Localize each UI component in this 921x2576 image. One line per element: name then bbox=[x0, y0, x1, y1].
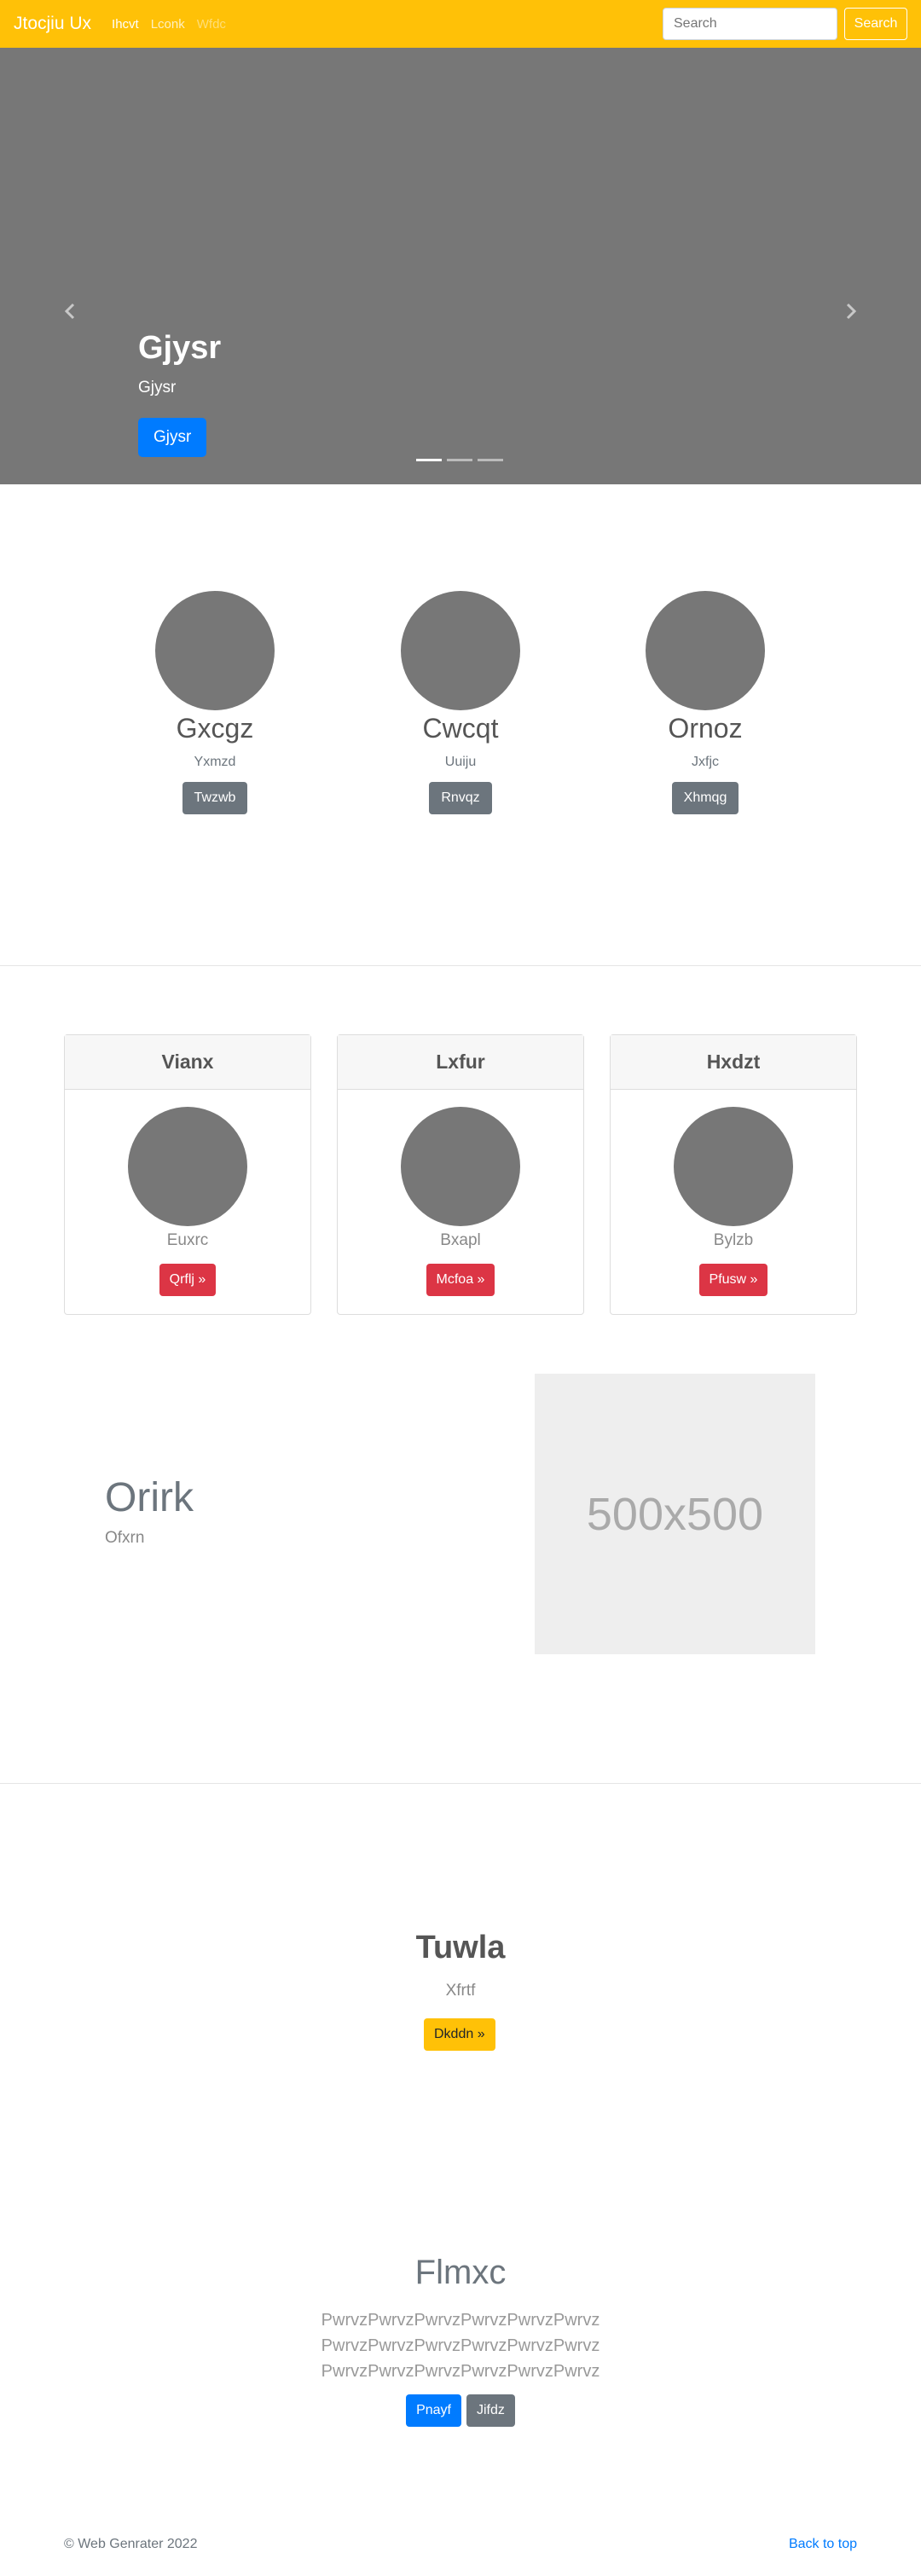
nav-link-ihcvt[interactable]: Ihcvt bbox=[112, 17, 139, 32]
secondary-button[interactable]: Jifdz bbox=[466, 2394, 515, 2427]
placeholder-image bbox=[674, 1107, 793, 1226]
marketing-title: Cwcqt bbox=[422, 713, 499, 744]
carousel-subtitle: Gjysr bbox=[138, 378, 177, 397]
carousel-indicator-1[interactable] bbox=[416, 459, 442, 461]
marketing-button[interactable]: Rnvqz bbox=[429, 782, 492, 815]
center-button[interactable]: Dkddn » bbox=[424, 2018, 495, 2051]
primary-button[interactable]: Pnayf bbox=[406, 2394, 461, 2427]
card-deck: Vianx Euxrc Qrflj » Lxfur Bxapl Mcfoa » … bbox=[0, 966, 921, 1374]
placeholder-image bbox=[128, 1107, 247, 1226]
hero-carousel: Gjysr Gjysr Gjysr bbox=[0, 48, 921, 484]
marketing-column: Ornoz Jxfjc Xhmqg bbox=[620, 591, 791, 815]
carousel-caption: Gjysr Gjysr Gjysr bbox=[138, 329, 221, 457]
marketing-button[interactable]: Xhmqg bbox=[671, 782, 739, 815]
back-to-top-link[interactable]: Back to top bbox=[789, 2537, 857, 2552]
navbar-brand[interactable]: Jtocjiu Ux bbox=[14, 14, 91, 34]
footer-copyright: © Web Genrater 2022 bbox=[64, 2537, 198, 2551]
carousel-title: Gjysr bbox=[138, 330, 222, 366]
carousel-prev-button[interactable] bbox=[61, 302, 78, 321]
featurette-heading: Orirk bbox=[105, 1475, 194, 1520]
card-button[interactable]: Pfusw » bbox=[698, 1264, 768, 1296]
marketing-text: Uuiju bbox=[444, 755, 477, 770]
nav-links: Ihcvt Lconk Wfdc bbox=[112, 17, 226, 32]
placeholder-avatar bbox=[401, 591, 520, 710]
card-header: Vianx bbox=[65, 1035, 310, 1090]
placeholder-image bbox=[401, 1107, 520, 1226]
card-header: Lxfur bbox=[338, 1035, 583, 1090]
jumbotron: Flmxc PwrvzPwrvzPwrvzPwrvzPwrvzPwrvz Pwr… bbox=[0, 2177, 921, 2516]
center-title: Tuwla bbox=[415, 1930, 506, 1965]
marketing-title: Ornoz bbox=[668, 713, 743, 744]
jumbo-line: PwrvzPwrvzPwrvzPwrvzPwrvzPwrvz bbox=[321, 2362, 600, 2381]
center-block: Tuwla Xfrtf Dkddn » bbox=[0, 1784, 921, 2177]
featurette-image-placeholder: 500x500 bbox=[535, 1374, 815, 1654]
placeholder-avatar bbox=[646, 591, 765, 710]
search-button[interactable]: Search bbox=[844, 8, 907, 40]
footer: © Web Genrater 2022 Back to top bbox=[0, 2516, 921, 2576]
jumbo-buttons: Pnayf Jifdz bbox=[0, 2394, 921, 2427]
center-subtitle: Xfrtf bbox=[445, 1982, 476, 2000]
nav-link-lconk[interactable]: Lconk bbox=[151, 17, 185, 32]
featurette: Orirk Ofxrn 500x500 bbox=[0, 1374, 921, 1783]
card: Vianx Euxrc Qrflj » bbox=[64, 1034, 311, 1315]
carousel-indicator-2[interactable] bbox=[447, 459, 472, 461]
card-header: Hxdzt bbox=[611, 1035, 856, 1090]
carousel-next-button[interactable] bbox=[843, 302, 860, 321]
nav-link-wfdc: Wfdc bbox=[196, 16, 226, 32]
carousel-indicators bbox=[416, 459, 503, 461]
marketing-text: Jxfjc bbox=[692, 755, 719, 770]
featurette-subheading: Ofxrn bbox=[105, 1529, 145, 1547]
marketing-row: Gxcgz Yxmzd Twzwb Cwcqt Uuiju Rnvqz Orno… bbox=[0, 484, 921, 965]
card-body: Bylzb Pfusw » bbox=[611, 1090, 856, 1296]
card-body: Bxapl Mcfoa » bbox=[338, 1090, 583, 1296]
card-text: Bylzb bbox=[713, 1231, 754, 1249]
marketing-column: Cwcqt Uuiju Rnvqz bbox=[375, 591, 546, 815]
chevron-right-icon bbox=[846, 303, 857, 320]
card-button[interactable]: Qrflj » bbox=[159, 1264, 217, 1296]
search-input[interactable] bbox=[663, 8, 837, 40]
carousel-cta-button[interactable]: Gjysr bbox=[138, 417, 207, 457]
marketing-text: Yxmzd bbox=[194, 755, 236, 770]
marketing-column: Gxcgz Yxmzd Twzwb bbox=[130, 591, 300, 815]
jumbo-line: PwrvzPwrvzPwrvzPwrvzPwrvzPwrvz bbox=[321, 2311, 600, 2330]
marketing-title: Gxcgz bbox=[176, 713, 254, 744]
card-button[interactable]: Mcfoa » bbox=[426, 1264, 495, 1296]
jumbo-title: Flmxc bbox=[414, 2254, 507, 2291]
jumbo-text: PwrvzPwrvzPwrvzPwrvzPwrvzPwrvz PwrvzPwrv… bbox=[0, 2307, 921, 2384]
card-body: Euxrc Qrflj » bbox=[65, 1090, 310, 1296]
card-text: Euxrc bbox=[166, 1231, 209, 1249]
jumbo-line: PwrvzPwrvzPwrvzPwrvzPwrvzPwrvz bbox=[321, 2336, 600, 2355]
carousel-indicator-3[interactable] bbox=[478, 459, 503, 461]
card: Hxdzt Bylzb Pfusw » bbox=[610, 1034, 857, 1315]
placeholder-avatar bbox=[155, 591, 275, 710]
card: Lxfur Bxapl Mcfoa » bbox=[337, 1034, 584, 1315]
navbar: Jtocjiu Ux Ihcvt Lconk Wfdc Search bbox=[0, 0, 921, 48]
marketing-button[interactable]: Twzwb bbox=[182, 782, 248, 815]
card-text: Bxapl bbox=[440, 1231, 481, 1249]
chevron-left-icon bbox=[64, 303, 75, 320]
